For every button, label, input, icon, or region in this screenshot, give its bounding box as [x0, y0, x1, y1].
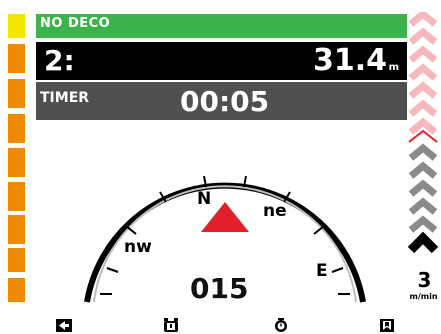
- ascent-chevron: [408, 179, 438, 197]
- tissue-segment: [8, 215, 25, 244]
- ascent-chevron: [408, 143, 438, 161]
- tissue-segment: [8, 79, 25, 108]
- timer-row: TIMER 00:05: [36, 82, 407, 120]
- ascent-rate-indicator: [407, 12, 439, 254]
- depth-row: 2: 31.4 m: [36, 42, 407, 80]
- depth-unit: m: [388, 62, 399, 73]
- compass-label-northwest: nw: [124, 237, 152, 257]
- compass-label-northeast: ne: [263, 201, 287, 221]
- ascent-chevron: [408, 27, 438, 45]
- tissue-segment: [8, 148, 25, 177]
- tissue-segment: [8, 182, 25, 211]
- stopwatch-icon[interactable]: [272, 318, 290, 332]
- alarm-clock-icon[interactable]: [162, 318, 180, 332]
- tissue-segment: [8, 14, 25, 38]
- ascent-chevron: [408, 99, 438, 117]
- left-arrow-icon[interactable]: [55, 318, 73, 332]
- tissue-segment: [8, 278, 25, 302]
- ascent-chevron: [408, 81, 438, 99]
- ascent-chevron: [408, 12, 438, 27]
- compass-label-north: N: [197, 189, 211, 209]
- deco-status-bar: NO DECO: [36, 14, 407, 38]
- tissue-segment: [8, 114, 25, 143]
- deco-status-label: NO DECO: [40, 16, 111, 31]
- ascent-chevron-active: [407, 231, 439, 254]
- bookmark-icon[interactable]: [378, 318, 396, 332]
- timer-label: TIMER: [40, 90, 90, 106]
- gas-label: 2:: [44, 44, 75, 77]
- tissue-segment: [8, 248, 25, 272]
- ascent-chevron: [408, 63, 438, 81]
- ascent-rate-value: 3: [417, 268, 432, 292]
- timer-value: 00:05: [180, 85, 270, 118]
- ascent-chevron: [408, 215, 438, 233]
- ascent-rate-unit: m/min: [409, 292, 438, 301]
- compass-label-east: E: [316, 261, 328, 281]
- ascent-chevron: [408, 197, 438, 215]
- ascent-chevron: [408, 161, 438, 179]
- depth-value: 31.4: [312, 43, 387, 78]
- tissue-segment: [8, 44, 25, 73]
- compass-heading-value: 015: [190, 272, 249, 305]
- ascent-chevron: [408, 45, 438, 63]
